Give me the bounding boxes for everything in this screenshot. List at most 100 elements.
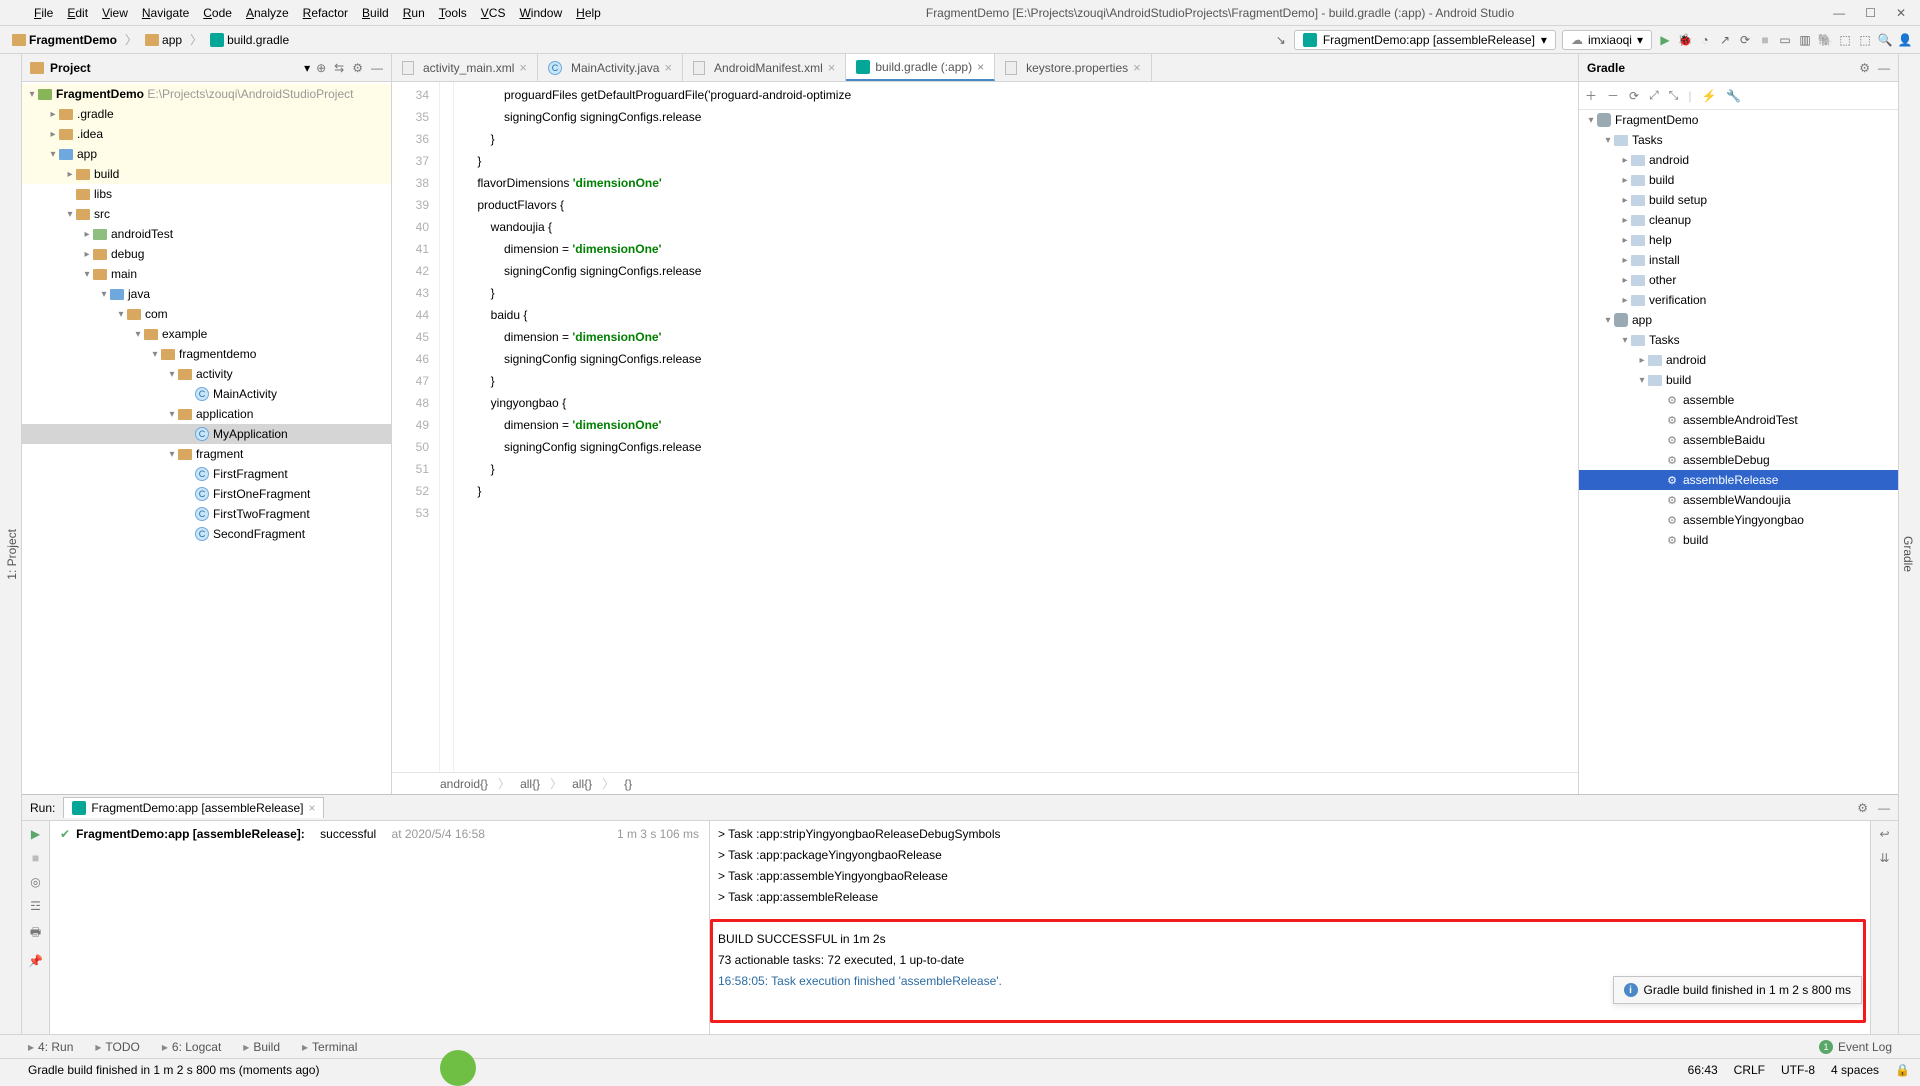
tree-row[interactable]: ▸debug (22, 244, 391, 264)
menu-navigate[interactable]: Navigate (136, 3, 195, 23)
wrap-icon[interactable]: ↩ (1879, 827, 1889, 841)
editor-breadcrumb-item[interactable]: {} (624, 777, 632, 791)
lock-icon[interactable]: 🔒 (1895, 1063, 1910, 1077)
editor-tab[interactable]: AndroidManifest.xml× (683, 54, 846, 81)
debug-button[interactable]: 🐞 (1678, 33, 1692, 47)
editor-tab[interactable]: CMainActivity.java× (538, 54, 683, 81)
memory-indicator[interactable] (440, 1050, 476, 1086)
chevron-down-icon[interactable]: ▾ (304, 61, 310, 75)
avatar-icon[interactable]: 👤 (1898, 33, 1912, 47)
gradle-tree-row[interactable]: ⚙assembleDebug (1579, 450, 1898, 470)
editor-tab[interactable]: keystore.properties× (995, 54, 1152, 81)
bottom-tab[interactable]: ▸ Terminal (302, 1040, 357, 1054)
editor-body[interactable]: 3435363738394041424344454647484950515253… (392, 82, 1578, 772)
run-tab[interactable]: FragmentDemo:app [assembleRelease] × (63, 797, 324, 818)
menu-file[interactable]: File (28, 3, 59, 23)
gradle-tree-row[interactable]: ▾build (1579, 370, 1898, 390)
hammer-icon[interactable]: ↘ (1274, 33, 1288, 47)
user-account[interactable]: ☁ imxiaoqi ▾ (1562, 30, 1652, 50)
settings-button[interactable]: ⬚ (1858, 33, 1872, 47)
filter-icon[interactable]: ◎ (30, 875, 40, 889)
hide-icon[interactable]: — (1878, 61, 1890, 75)
gutter-tab[interactable]: 1: Project (3, 523, 21, 586)
run-configuration-selector[interactable]: FragmentDemo:app [assembleRelease] ▾ (1294, 30, 1556, 50)
collapse-icon[interactable]: ⤡ (1669, 88, 1679, 103)
editor-breadcrumb-item[interactable]: android{} (440, 777, 488, 791)
gradle-tree-row[interactable]: ⚙build (1579, 530, 1898, 550)
tree-row[interactable]: ▾java (22, 284, 391, 304)
gradle-tree-row[interactable]: ⚙assembleBaidu (1579, 430, 1898, 450)
project-tree[interactable]: ▾FragmentDemo E:\Projects\zouqi\AndroidS… (22, 82, 391, 794)
code-area[interactable]: proguardFiles getDefaultProguardFile('pr… (454, 82, 1578, 772)
tree-row[interactable]: CFirstTwoFragment (22, 504, 391, 524)
tree-root[interactable]: ▾FragmentDemo E:\Projects\zouqi\AndroidS… (22, 84, 391, 104)
tree-row[interactable]: CMyApplication (22, 424, 391, 444)
menu-build[interactable]: Build (356, 3, 395, 23)
tree-row[interactable]: ▾application (22, 404, 391, 424)
sync-button[interactable]: 🐘 (1818, 33, 1832, 47)
tree-row[interactable]: ▸.gradle (22, 104, 391, 124)
wrench-icon[interactable]: 🔧 (1726, 89, 1741, 103)
status-item[interactable]: 4 spaces (1831, 1063, 1879, 1077)
sdk-button[interactable]: ▥ (1798, 33, 1812, 47)
close-icon[interactable]: × (308, 801, 315, 815)
tree-row[interactable]: CFirstFragment (22, 464, 391, 484)
scroll-icon[interactable]: ⇊ (1879, 851, 1889, 865)
bottom-tab[interactable]: ▸ 6: Logcat (162, 1040, 221, 1054)
gradle-tree-row[interactable]: ▸verification (1579, 290, 1898, 310)
gradle-tree-row[interactable]: ▸android (1579, 350, 1898, 370)
tree-row[interactable]: ▸build (22, 164, 391, 184)
menu-view[interactable]: View (96, 3, 134, 23)
gradle-tree[interactable]: ▾FragmentDemo▾Tasks▸android▸build▸build … (1579, 110, 1898, 794)
status-item[interactable]: 66:43 (1688, 1063, 1718, 1077)
collapse-icon[interactable]: ⇆ (334, 61, 344, 75)
tree-row[interactable]: ▾main (22, 264, 391, 284)
tree-row[interactable]: ▾src (22, 204, 391, 224)
run-tree[interactable]: ✔ FragmentDemo:app [assembleRelease]: su… (50, 821, 710, 1034)
breadcrumb-item[interactable]: build.gradle (206, 31, 293, 49)
bottom-tab[interactable]: ▸ TODO (95, 1040, 139, 1054)
editor-breadcrumb-item[interactable]: all{} (520, 777, 540, 791)
tree-row[interactable]: ▾activity (22, 364, 391, 384)
menu-window[interactable]: Window (513, 3, 568, 23)
gradle-tree-row[interactable]: ▸help (1579, 230, 1898, 250)
run-button[interactable]: ▶ (1658, 33, 1672, 47)
menu-run[interactable]: Run (397, 3, 431, 23)
tree-row[interactable]: CSecondFragment (22, 524, 391, 544)
run-console[interactable]: > Task :app:stripYingyongbaoReleaseDebug… (710, 821, 1870, 1034)
breadcrumb-item[interactable]: FragmentDemo (8, 31, 121, 49)
gradle-tree-row[interactable]: ⚙assembleWandoujia (1579, 490, 1898, 510)
gradle-tree-row[interactable]: ⚙assembleAndroidTest (1579, 410, 1898, 430)
gradle-tree-row[interactable]: ▸other (1579, 270, 1898, 290)
editor-tab[interactable]: build.gradle (:app)× (846, 54, 995, 81)
gradle-tree-row[interactable]: ▾FragmentDemo (1579, 110, 1898, 130)
rerun-icon[interactable]: ▶ (31, 827, 40, 841)
menu-analyze[interactable]: Analyze (240, 3, 295, 23)
stop-icon[interactable]: ■ (32, 851, 39, 865)
menu-edit[interactable]: Edit (61, 3, 94, 23)
add-icon[interactable]: ＋ (1585, 87, 1597, 104)
tree-row[interactable]: libs (22, 184, 391, 204)
gradle-tree-row[interactable]: ▸build setup (1579, 190, 1898, 210)
attach-button[interactable]: ↗ (1718, 33, 1732, 47)
breadcrumb-item[interactable]: app (141, 31, 186, 49)
bottom-tab[interactable]: ▸ 4: Run (28, 1040, 73, 1054)
tree-row[interactable]: ▾com (22, 304, 391, 324)
print-icon[interactable]: 🖶 (30, 923, 41, 944)
locate-icon[interactable]: ⊕ (316, 61, 326, 75)
tree-row[interactable]: ▾fragment (22, 444, 391, 464)
gradle-tree-row[interactable]: ▾app (1579, 310, 1898, 330)
menu-help[interactable]: Help (570, 3, 607, 23)
tree-row[interactable]: ▾fragmentdemo (22, 344, 391, 364)
search-icon[interactable]: 🔍 (1878, 33, 1892, 47)
maximize-icon[interactable]: ☐ (1865, 6, 1876, 20)
stop-button[interactable]: ■ (1758, 33, 1772, 47)
status-item[interactable]: CRLF (1734, 1063, 1765, 1077)
menu-code[interactable]: Code (197, 3, 238, 23)
bottom-tab[interactable]: ▸ Build (243, 1040, 280, 1054)
menu-tools[interactable]: Tools (433, 3, 473, 23)
tree-row[interactable]: ▾app (22, 144, 391, 164)
gear-icon[interactable]: ⚙ (1857, 801, 1868, 815)
gradle-tree-row[interactable]: ⚙assembleYingyongbao (1579, 510, 1898, 530)
apply-changes-button[interactable]: ⟳ (1738, 33, 1752, 47)
